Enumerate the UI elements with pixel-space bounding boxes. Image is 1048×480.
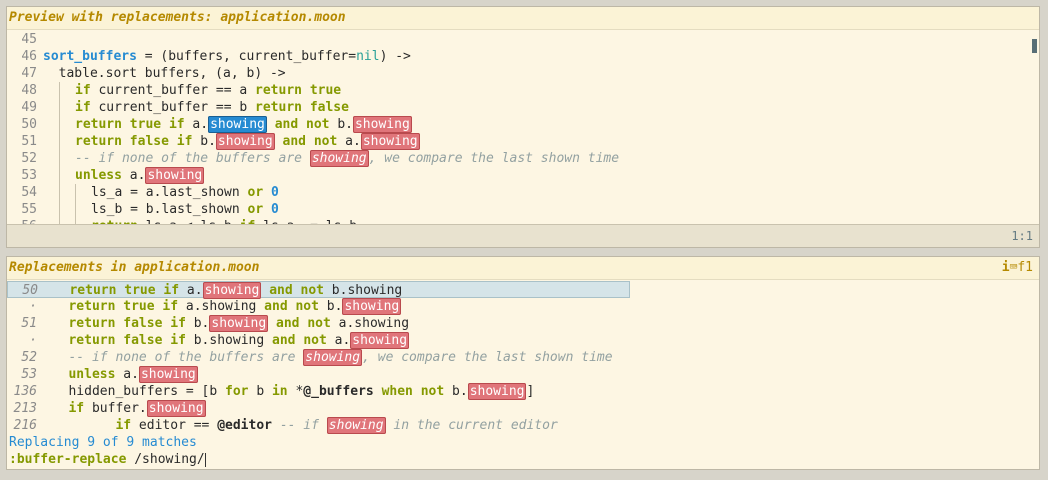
match-highlight: showing	[360, 133, 420, 150]
cursor-position: 1:1	[1011, 229, 1033, 243]
header-indicators: i⌨f1	[1002, 257, 1033, 279]
match-highlight: showing	[145, 167, 205, 184]
match-highlight: showing	[303, 349, 363, 366]
match-count-status: Replacing 9 of 9 matches	[9, 435, 197, 450]
info-icon: i	[1001, 260, 1010, 275]
preview-title: Preview with replacements: application.m…	[7, 7, 1039, 30]
match-highlight: showing	[138, 366, 198, 383]
match-highlight: showing	[215, 133, 275, 150]
command-name: :buffer-replace	[9, 452, 127, 467]
match-highlight: showing	[467, 383, 527, 400]
code-line: 52 -- if none of the buffers are showing,…	[21, 150, 620, 167]
replacements-pane: Replacements in application.moon i⌨f1 50…	[6, 256, 1040, 470]
code-line: 46 sort_buffers = (buffers, current_buffe…	[21, 49, 411, 64]
help-key: f1	[1017, 260, 1033, 275]
list-item[interactable]: · return false if b.showing and not a. sh…	[7, 332, 630, 349]
list-item[interactable]: · return true if a.showing and not b. sho…	[7, 298, 630, 315]
code-line: 54 ls_a = a.last_shown or 0	[21, 184, 279, 201]
preview-status-bar: 1:1	[7, 224, 1039, 247]
replacements-title-text: Replacements in application.moon	[9, 260, 260, 275]
replacement-list[interactable]: 50 return true if a. showing and not b.sh…	[7, 281, 1039, 468]
command-input[interactable]: :buffer-replace /showing/	[7, 451, 1039, 468]
code-line: 55 ls_b = b.last_shown or 0	[21, 201, 279, 218]
code-line: 48 if current_buffer == a return true	[21, 82, 342, 99]
match-highlight: showing	[146, 400, 206, 417]
replacements-title: Replacements in application.moon i⌨f1	[7, 257, 1039, 280]
list-item[interactable]: 136 hidden_buffers = [b for b in *@_buff…	[7, 383, 630, 400]
list-item[interactable]: 216 if editor == @editor -- if showing i…	[7, 417, 630, 434]
match-highlight: showing	[209, 315, 269, 332]
match-highlight: showing	[350, 332, 410, 349]
code-line: 45	[21, 32, 37, 47]
match-highlight: showing	[309, 150, 369, 167]
preview-code[interactable]: 45 46 sort_buffers = (buffers, current_bu…	[7, 31, 1029, 225]
current-match: showing	[208, 116, 267, 133]
code-line: 47 table.sort buffers, (a, b) ->	[21, 66, 286, 81]
match-highlight: showing	[326, 417, 386, 434]
list-item[interactable]: 52 -- if none of the buffers are showing…	[7, 349, 630, 366]
preview-pane: Preview with replacements: application.m…	[6, 6, 1040, 248]
code-line: 49 if current_buffer == b return false	[21, 99, 349, 116]
command-argument: /showing/	[126, 452, 205, 467]
match-highlight: showing	[202, 282, 262, 299]
scrollbar-thumb[interactable]	[1032, 39, 1037, 53]
list-item[interactable]: 213 if buffer. showing	[7, 400, 630, 417]
match-highlight: showing	[342, 298, 402, 315]
code-line: 51 return false if b. showing and not a. sh…	[21, 133, 420, 150]
code-line: 50 return true if a. showing and not b. sho…	[21, 116, 412, 133]
list-item[interactable]: 53 unless a. showing	[7, 366, 630, 383]
list-item[interactable]: 50 return true if a. showing and not b.sh…	[7, 281, 630, 299]
code-line: 53 unless a. showing	[21, 167, 205, 184]
list-item[interactable]: 51 return false if b. showing and not a.s…	[7, 315, 630, 332]
match-highlight: showing	[352, 116, 412, 133]
text-cursor	[204, 452, 206, 467]
